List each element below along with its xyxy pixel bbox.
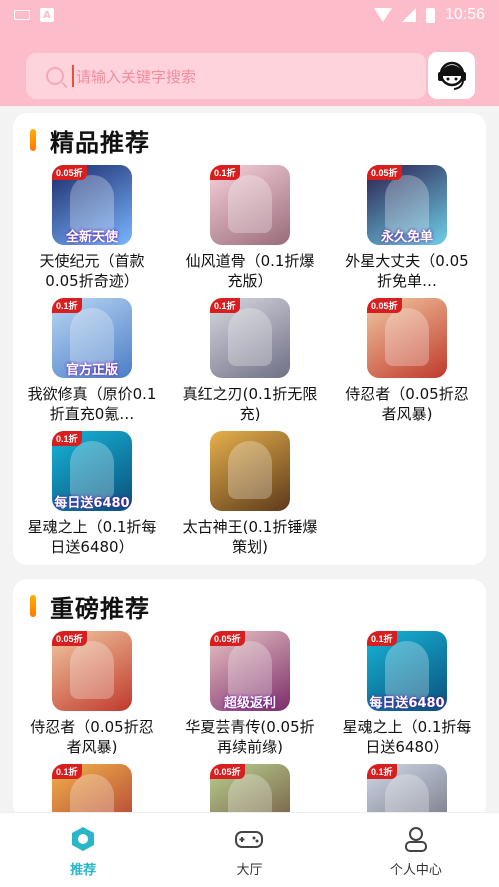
search-placeholder: 请输入关键字搜索 <box>76 67 197 86</box>
game-item[interactable]: 0.05折全新天使天使纪元（首款0.05折奇迹） <box>13 165 171 291</box>
icon-banner-text: 官方正版 <box>65 362 118 378</box>
game-item[interactable]: 0.05折侍忍者（0.05折忍者风暴) <box>328 298 486 424</box>
icon-banner-text: 每日送6480 <box>54 495 130 511</box>
battery-icon <box>425 7 435 23</box>
customer-service-button[interactable] <box>428 52 475 99</box>
discount-badge: 0.1折 <box>210 165 240 180</box>
game-item[interactable]: 0.05折永久免单外星大丈夫（0.05折免单… <box>328 165 486 291</box>
game-title: 华夏芸青传(0.05折再续前缘) <box>185 718 315 756</box>
game-icon[interactable]: 0.05折永久免单 <box>367 165 447 245</box>
game-icon[interactable]: 0.05折 <box>367 298 447 378</box>
game-item[interactable]: 0.1折仙风道骨（0.1折爆充版） <box>171 165 329 291</box>
game-icon[interactable]: 0.05折超级返利 <box>210 631 290 711</box>
game-icon[interactable]: 0.05折 <box>52 631 132 711</box>
recommend-icon <box>72 827 95 851</box>
section-accent-bar <box>30 595 36 617</box>
icon-banner-text: 每日送6480 <box>369 695 445 711</box>
status-bar: A 10:56 <box>0 0 499 30</box>
icon-banner-text: 永久免单 <box>380 229 433 245</box>
game-item[interactable]: 0.1折官方正版我欲修真（原价0.1折直充0氪… <box>13 298 171 424</box>
discount-badge: 0.1折 <box>367 764 397 779</box>
tab-label: 推荐 <box>70 863 97 878</box>
section-accent-bar <box>30 129 36 151</box>
game-icon[interactable]: 0.05折 <box>210 764 290 819</box>
discount-badge: 0.05折 <box>367 165 402 180</box>
tab-label: 大厅 <box>236 863 263 878</box>
game-icon[interactable]: 0.1折 <box>367 764 447 819</box>
user-icon <box>404 827 427 852</box>
section-title: 精品推荐 <box>50 128 150 157</box>
game-title: 外星大丈夫（0.05折免单… <box>345 252 469 290</box>
game-art <box>228 441 272 499</box>
game-title: 天使纪元（首款0.05折奇迹） <box>39 252 145 290</box>
game-item[interactable]: 0.1折真红之刃(0.1折无限充) <box>171 298 329 424</box>
bottom-tab-bar: 推荐 大厅 个人中心 <box>0 812 499 887</box>
game-art <box>385 308 429 366</box>
discount-badge: 0.1折 <box>52 298 82 313</box>
section-featured: 精品推荐 0.05折 全新天使 天使纪元（首款0.05折奇迹） 0.1折 仙风道骨（0.… <box>13 113 486 565</box>
tab-label: 个人中心 <box>389 863 442 878</box>
a-notification-icon: A <box>40 8 54 22</box>
game-item[interactable]: 0.05折侍忍者（0.05折忍者风暴) <box>13 631 171 757</box>
search-icon <box>46 67 64 85</box>
game-icon[interactable]: 0.05折全新天使 <box>52 165 132 245</box>
search-row: 请输入关键字搜索 <box>26 52 487 100</box>
game-icon[interactable]: 0.1折 <box>210 165 290 245</box>
discount-badge: 0.1折 <box>52 764 82 779</box>
game-title: 仙风道骨（0.1折爆充版） <box>185 252 315 290</box>
customer-service-headset-icon <box>437 61 466 90</box>
game-title: 侍忍者（0.05折忍者风暴) <box>30 718 154 756</box>
game-art <box>228 308 272 366</box>
game-title: 我欲修真（原价0.1折直充0氪… <box>27 385 157 423</box>
game-icon[interactable]: 0.1折每日送6480 <box>52 431 132 511</box>
game-title: 侍忍者（0.05折忍者风暴) <box>345 385 469 423</box>
game-icon[interactable]: 0.1折 <box>210 298 290 378</box>
gamepad-icon <box>235 831 264 848</box>
game-item[interactable]: 0.1折 <box>13 764 171 819</box>
search-input[interactable]: 请输入关键字搜索 <box>26 53 426 99</box>
section-header: 精品推荐 <box>30 123 150 157</box>
section-header: 重磅推荐 <box>30 589 150 623</box>
discount-badge: 0.1折 <box>210 298 240 313</box>
game-icon[interactable] <box>210 431 290 511</box>
game-item[interactable]: 0.1折每日送6480 星魂之上（0.1折每日送6480） <box>13 431 171 557</box>
tab-profile[interactable]: 个人中心 <box>333 813 499 887</box>
section-title: 重磅推荐 <box>50 594 150 623</box>
signal-icon <box>401 8 416 22</box>
game-icon[interactable]: 0.1折 <box>52 764 132 819</box>
discount-badge: 0.05折 <box>52 165 87 180</box>
game-title: 真红之刃(0.1折无限充) <box>182 385 318 423</box>
tab-recommend[interactable]: 推荐 <box>0 813 166 887</box>
game-title: 星魂之上（0.1折每日送6480） <box>27 518 157 556</box>
game-icon[interactable]: 0.1折官方正版 <box>52 298 132 378</box>
game-item[interactable]: 0.1折每日送6480 星魂之上（0.1折每日送6480） <box>328 631 486 757</box>
keyboard-icon <box>14 10 30 20</box>
icon-banner-text: 超级返利 <box>223 695 276 711</box>
game-item[interactable]: 太古神王(0.1折锤爆策划) <box>171 431 329 557</box>
tab-lobby[interactable]: 大厅 <box>166 813 332 887</box>
clock: 10:56 <box>444 6 485 23</box>
wifi-icon <box>373 8 392 22</box>
game-item[interactable]: 0.05折 <box>171 764 329 819</box>
game-art <box>70 641 114 699</box>
discount-badge: 0.1折 <box>367 631 397 646</box>
icon-banner-text: 全新天使 <box>65 229 118 245</box>
discount-badge: 0.05折 <box>52 631 87 646</box>
header: A 10:56 请输入关键字搜索 <box>0 0 499 106</box>
text-caret <box>72 65 74 87</box>
discount-badge: 0.05折 <box>210 764 245 779</box>
game-art <box>228 175 272 233</box>
game-title: 星魂之上（0.1折每日送6480） <box>342 718 472 756</box>
game-item[interactable]: 0.1折 <box>328 764 486 819</box>
discount-badge: 0.1折 <box>52 431 82 446</box>
game-item[interactable]: 0.05折超级返利华夏芸青传(0.05折再续前缘) <box>171 631 329 757</box>
section-highlight: 重磅推荐 0.05折 侍忍者（0.05折忍者风暴) 0.05折 超级返利 华夏芸青传(0… <box>13 579 486 819</box>
game-title: 太古神王(0.1折锤爆策划) <box>182 518 318 556</box>
discount-badge: 0.05折 <box>367 298 402 313</box>
game-icon[interactable]: 0.1折每日送6480 <box>367 631 447 711</box>
discount-badge: 0.05折 <box>210 631 245 646</box>
